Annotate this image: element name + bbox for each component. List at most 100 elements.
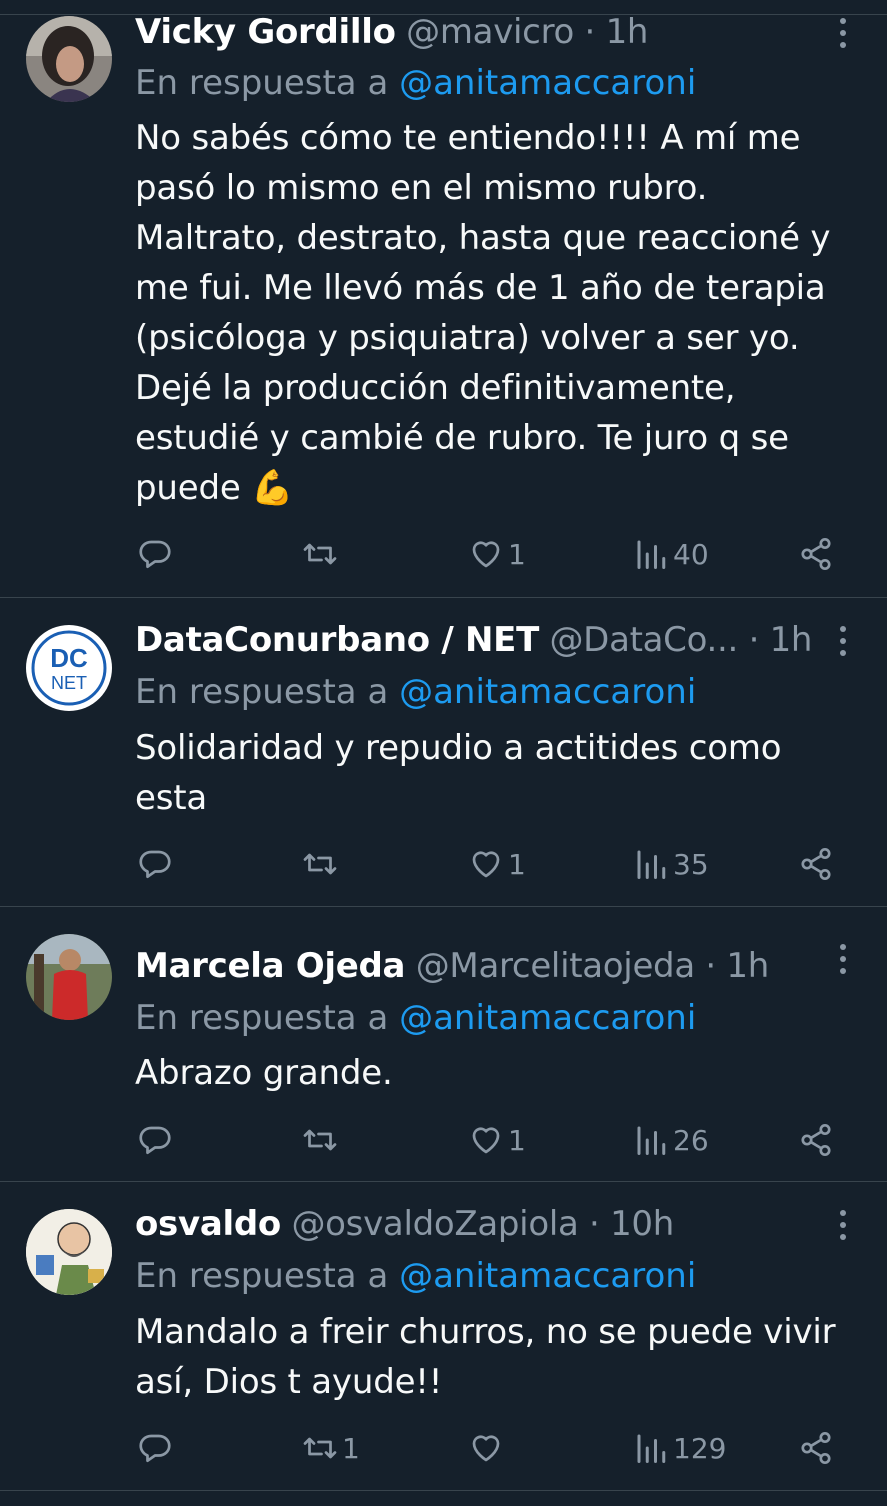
text-line: así, Dios t ayude!!	[135, 1362, 443, 1402]
heart-icon	[472, 1127, 500, 1154]
tweet-header: DataConurbano / NET @DataCo... · 1h	[135, 618, 812, 662]
like-button[interactable]: 1	[468, 1118, 526, 1162]
share-button[interactable]	[798, 1426, 834, 1470]
reply-context: En respuesta a @anitamaccaroni	[135, 996, 696, 1040]
text-line: Dejé la producción definitivamente,	[135, 368, 736, 408]
tweet[interactable]: Vicky Gordillo @mavicro · 1h En respuest…	[0, 0, 887, 597]
separator-dot: ·	[589, 1204, 600, 1244]
tweet-text: Abrazo grande.	[135, 1048, 865, 1098]
text-line: Solidaridad y repudio a actitides como	[135, 728, 782, 768]
display-name[interactable]: Marcela Ojeda	[135, 946, 406, 986]
tweet-text: Mandalo a freir churros, no se puede viv…	[135, 1307, 865, 1407]
reply-icon	[139, 540, 171, 569]
avatar[interactable]	[26, 16, 112, 102]
reply-button[interactable]	[137, 842, 177, 886]
reply-context: En respuesta a @anitamaccaroni	[135, 1254, 696, 1298]
views-button[interactable]: 40	[633, 532, 709, 576]
retweet-button[interactable]	[302, 532, 342, 576]
dataconurbano-logo-icon: DC NET	[27, 626, 111, 710]
separator-dot: ·	[705, 946, 716, 986]
like-count: 1	[508, 847, 526, 881]
avatar[interactable]	[26, 1209, 112, 1295]
avatar[interactable]	[26, 934, 112, 1020]
views-button[interactable]: 129	[633, 1426, 726, 1470]
like-button[interactable]: 1	[468, 532, 526, 576]
reply-button[interactable]	[137, 532, 177, 576]
views-count: 129	[673, 1431, 727, 1465]
text-line: (psicóloga y psiquiatra) volver a ser yo…	[135, 318, 800, 358]
reply-mention-link[interactable]: @anitamaccaroni	[399, 672, 696, 712]
text-line: pasó lo mismo en el mismo rubro.	[135, 168, 708, 208]
reply-button[interactable]	[137, 1426, 177, 1470]
handle[interactable]: @mavicro	[406, 12, 574, 52]
display-name[interactable]: DataConurbano / NET	[135, 620, 539, 660]
handle[interactable]: @Marcelitaojeda	[416, 946, 695, 986]
reply-prefix: En respuesta a	[135, 1256, 389, 1296]
timestamp[interactable]: 1h	[770, 620, 813, 660]
logo-text-top: DC	[50, 643, 88, 673]
like-button[interactable]	[468, 1426, 508, 1470]
text-line: me fui. Me llevó más de 1 año de terapia	[135, 268, 826, 308]
more-vertical-icon[interactable]	[832, 942, 854, 976]
share-button[interactable]	[798, 532, 834, 576]
share-icon	[801, 1431, 831, 1465]
heart-icon	[472, 1435, 500, 1462]
retweet-count: 1	[342, 1431, 360, 1465]
tweet-header: Marcela Ojeda @Marcelitaojeda · 1h	[135, 944, 769, 988]
heart-icon	[472, 541, 500, 568]
reply-button[interactable]	[137, 1118, 177, 1162]
reply-mention-link[interactable]: @anitamaccaroni	[399, 998, 696, 1038]
views-count: 26	[673, 1123, 709, 1157]
reply-context: En respuesta a @anitamaccaroni	[135, 61, 696, 105]
tweet[interactable]: Marcela Ojeda @Marcelitaojeda · 1h En re…	[0, 907, 887, 1181]
views-button[interactable]: 26	[633, 1118, 709, 1162]
tweet-divider	[0, 1490, 887, 1491]
retweet-button[interactable]	[302, 1118, 342, 1162]
display-name[interactable]: osvaldo	[135, 1204, 281, 1244]
like-button[interactable]: 1	[468, 842, 526, 886]
display-name[interactable]: Vicky Gordillo	[135, 12, 396, 52]
text-line: Abrazo grande.	[135, 1053, 393, 1093]
retweet-icon	[303, 1129, 337, 1151]
like-count: 1	[508, 1123, 526, 1157]
reply-icon	[139, 1126, 171, 1155]
share-icon	[801, 1123, 831, 1157]
reply-icon	[139, 850, 171, 879]
tweet-text: Solidaridad y repudio a actitides como e…	[135, 723, 865, 823]
views-icon	[637, 1434, 666, 1463]
tweet-header: osvaldo @osvaldoZapiola · 10h	[135, 1202, 674, 1246]
share-button[interactable]	[798, 1118, 834, 1162]
avatar[interactable]: DC NET	[26, 625, 112, 711]
tweet[interactable]: osvaldo @osvaldoZapiola · 10h En respues…	[0, 1182, 887, 1490]
handle[interactable]: @DataCo...	[549, 620, 738, 660]
reply-mention-link[interactable]: @anitamaccaroni	[399, 1256, 696, 1296]
more-vertical-icon[interactable]	[832, 624, 854, 658]
more-vertical-icon[interactable]	[832, 1208, 854, 1242]
avatar-photo-woman-red	[26, 934, 112, 1020]
retweet-button[interactable]	[302, 842, 342, 886]
tweet[interactable]: DC NET DataConurbano / NET @DataCo... · …	[0, 598, 887, 906]
retweet-button[interactable]: 1	[302, 1426, 360, 1470]
timestamp[interactable]: 1h	[726, 946, 769, 986]
reply-mention-link[interactable]: @anitamaccaroni	[399, 63, 696, 103]
reply-icon	[139, 1434, 171, 1463]
views-button[interactable]: 35	[633, 842, 709, 886]
text-line: puede 💪	[135, 468, 294, 508]
separator-dot: ·	[748, 620, 760, 660]
heart-icon	[472, 851, 500, 878]
views-count: 35	[673, 847, 709, 881]
text-line: Mandalo a freir churros, no se puede viv…	[135, 1312, 836, 1352]
share-icon	[801, 847, 831, 881]
share-button[interactable]	[798, 842, 834, 886]
timestamp[interactable]: 1h	[606, 12, 649, 52]
views-icon	[637, 540, 666, 569]
more-vertical-icon[interactable]	[832, 16, 854, 50]
timestamp[interactable]: 10h	[610, 1204, 674, 1244]
handle[interactable]: @osvaldoZapiola	[291, 1204, 578, 1244]
views-icon	[637, 850, 666, 879]
retweet-icon	[303, 543, 337, 565]
share-icon	[801, 537, 831, 571]
tweet-text: No sabés cómo te entiendo!!!! A mí me pa…	[135, 113, 865, 513]
tweet-header: Vicky Gordillo @mavicro · 1h	[135, 10, 648, 54]
text-line: Maltrato, destrato, hasta que reaccioné …	[135, 218, 831, 258]
